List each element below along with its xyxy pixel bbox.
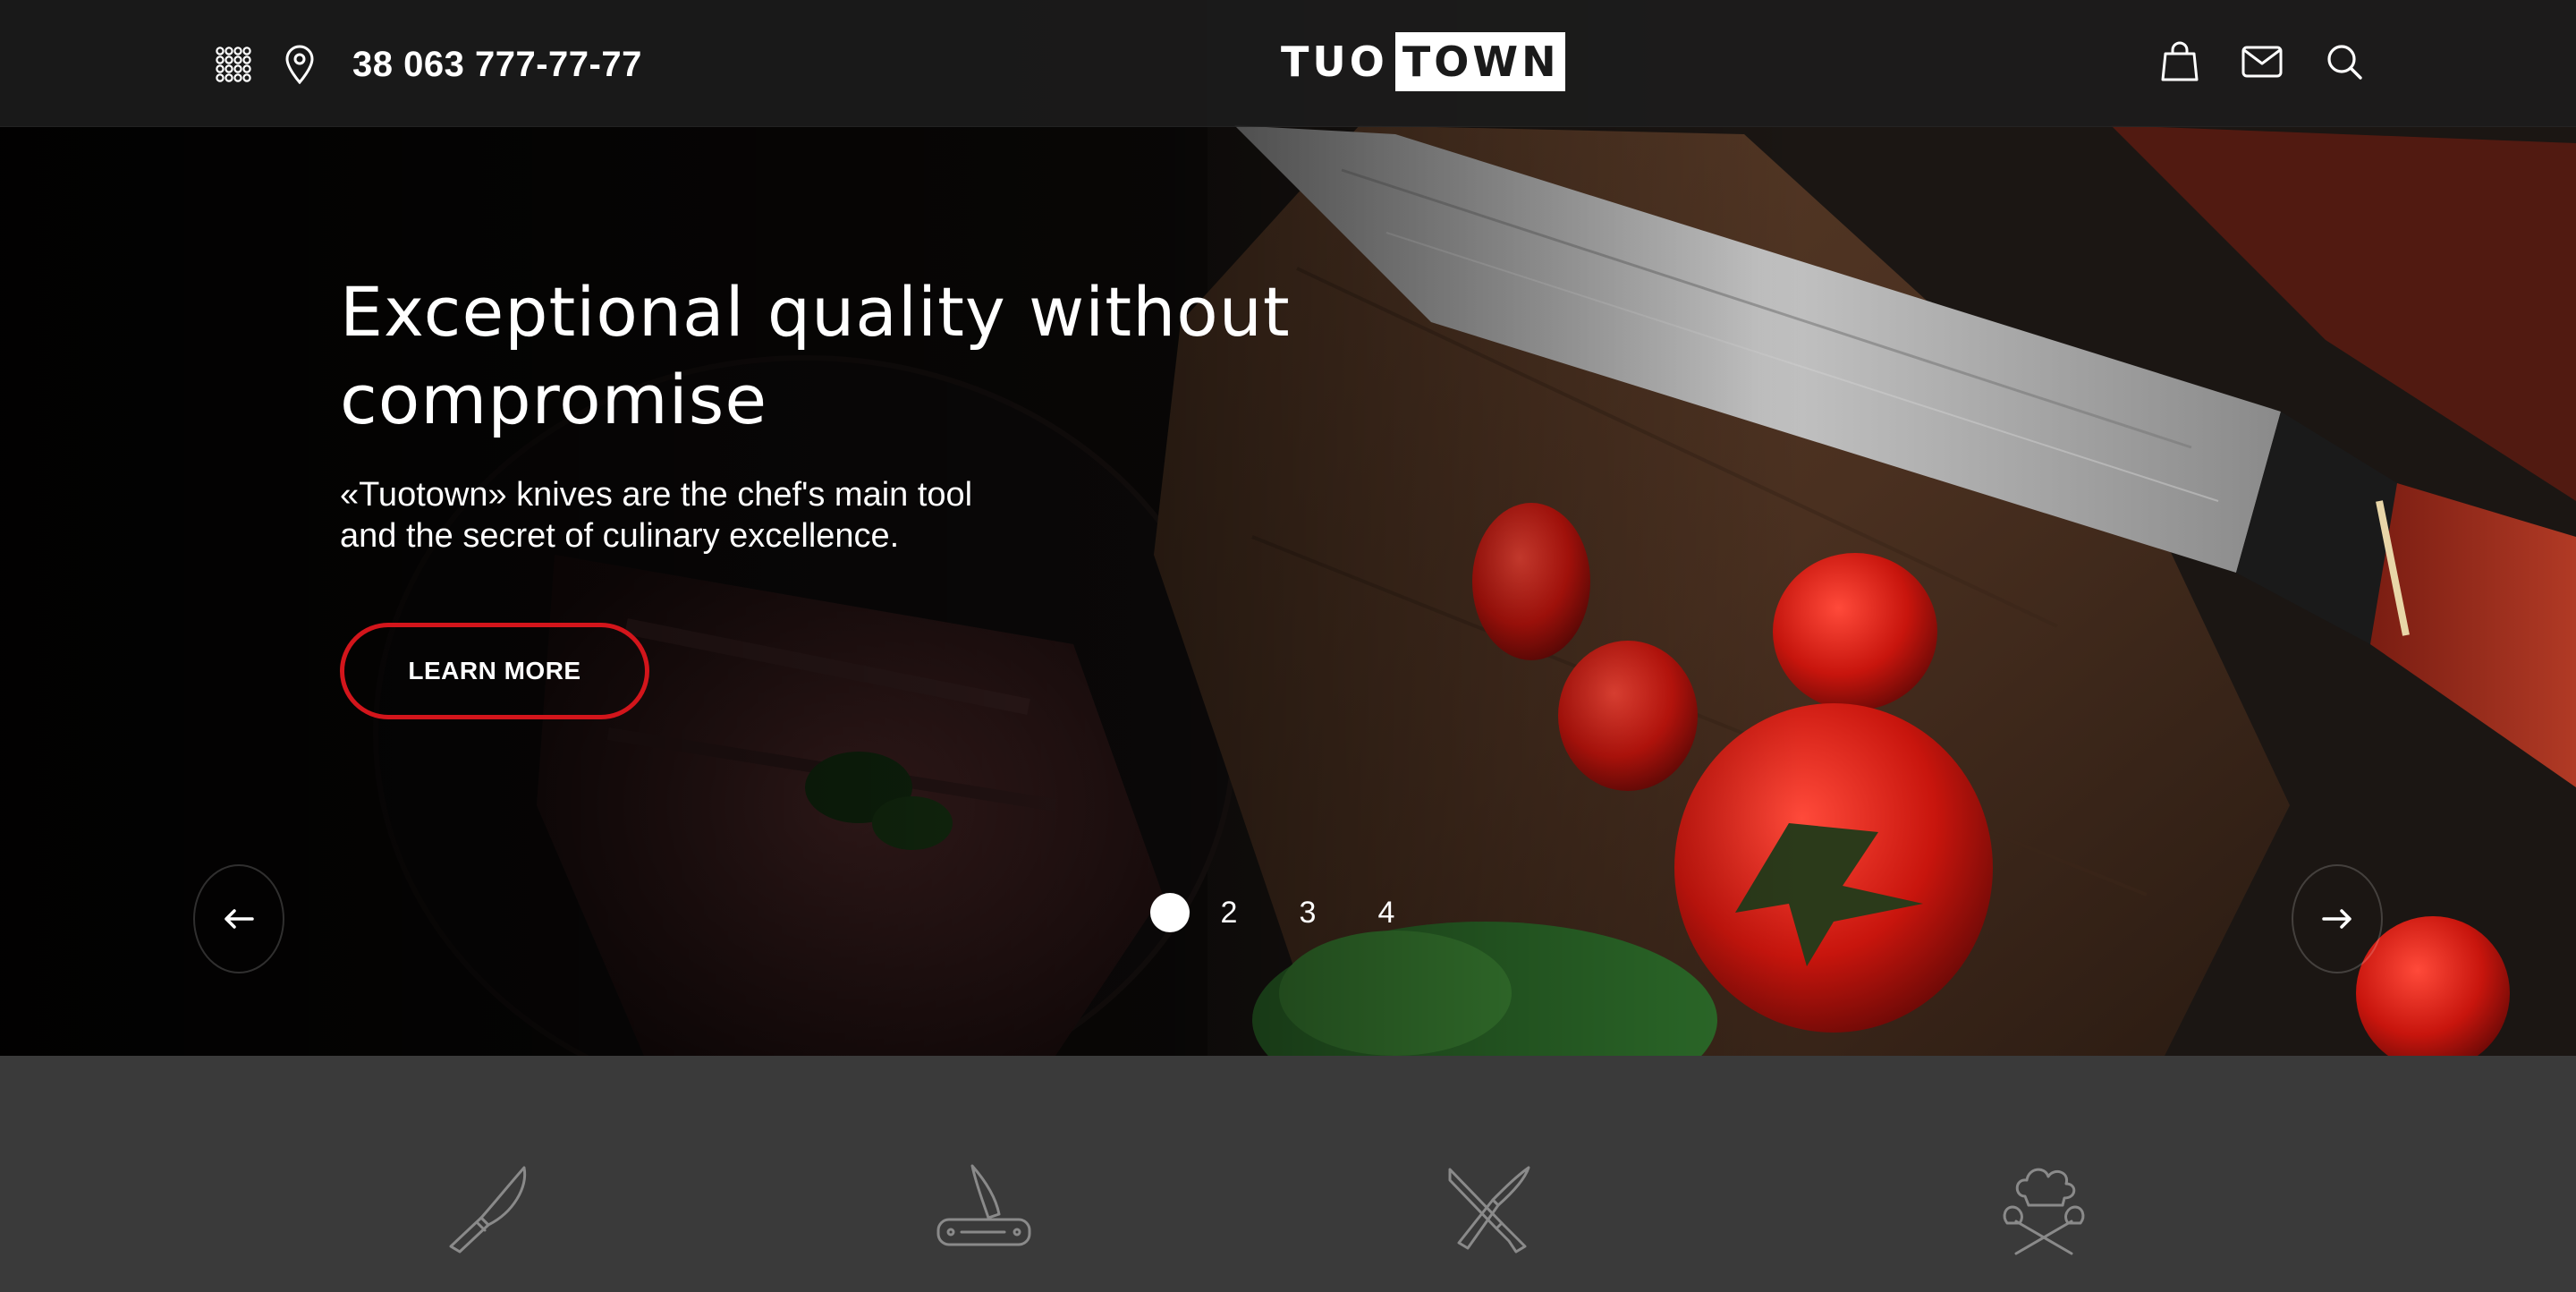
category-chef-hat-utensils[interactable] (1986, 1156, 2102, 1263)
logo-text-town: TOWN (1394, 32, 1565, 91)
arrow-left-icon (225, 909, 254, 929)
header-right-group (2159, 41, 2365, 82)
slide-dot-1-active[interactable] (1150, 893, 1190, 932)
hero-subtitle-line-1: «Tuotown» knives are the chef's main too… (340, 476, 973, 514)
category-folding-knife[interactable] (925, 1156, 1041, 1263)
slide-dot-3[interactable]: 3 (1268, 896, 1347, 931)
slider-prev-button[interactable] (193, 864, 284, 973)
slide-dot-2[interactable]: 2 (1190, 896, 1268, 931)
category-chef-knife[interactable] (433, 1156, 549, 1263)
mail-icon[interactable] (2241, 41, 2283, 82)
logo-text-tuo: TUO (1281, 38, 1388, 86)
slider-pagination: 2 3 4 (1150, 893, 1426, 932)
header-left-group: 38 063 777-77-77 (213, 36, 642, 93)
hero-banner: Exceptional quality without compromise «… (0, 0, 2576, 1056)
learn-more-button[interactable]: LEARN MORE (340, 623, 649, 719)
site-header: 38 063 777-77-77 TUO TOWN (0, 0, 2576, 127)
location-pin-icon[interactable] (279, 44, 320, 85)
arrow-right-icon (2322, 909, 2351, 929)
shopping-bag-icon[interactable] (2159, 41, 2200, 82)
category-strip (0, 1056, 2576, 1292)
slider-next-button[interactable] (2292, 864, 2383, 973)
hero-subtitle: «Tuotown» knives are the chef's main too… (340, 474, 1109, 557)
folding-knife-icon (936, 1164, 1031, 1246)
chef-knife-icon (449, 1166, 527, 1254)
slide-dot-4[interactable]: 4 (1347, 896, 1426, 931)
crossed-knives-icon (1448, 1166, 1530, 1254)
chef-hat-utensils-icon (2003, 1168, 2085, 1255)
hero-title: Exceptional quality without compromise (340, 272, 1291, 439)
phone-number[interactable]: 38 063 777-77-77 (352, 45, 642, 85)
site-logo[interactable]: TUO TOWN (1281, 32, 1565, 91)
search-icon[interactable] (2324, 41, 2365, 82)
hero-subtitle-line-2: and the secret of culinary excellence. (340, 517, 900, 555)
category-crossed-knives[interactable] (1434, 1156, 1550, 1263)
grid-menu-icon[interactable] (213, 44, 254, 85)
